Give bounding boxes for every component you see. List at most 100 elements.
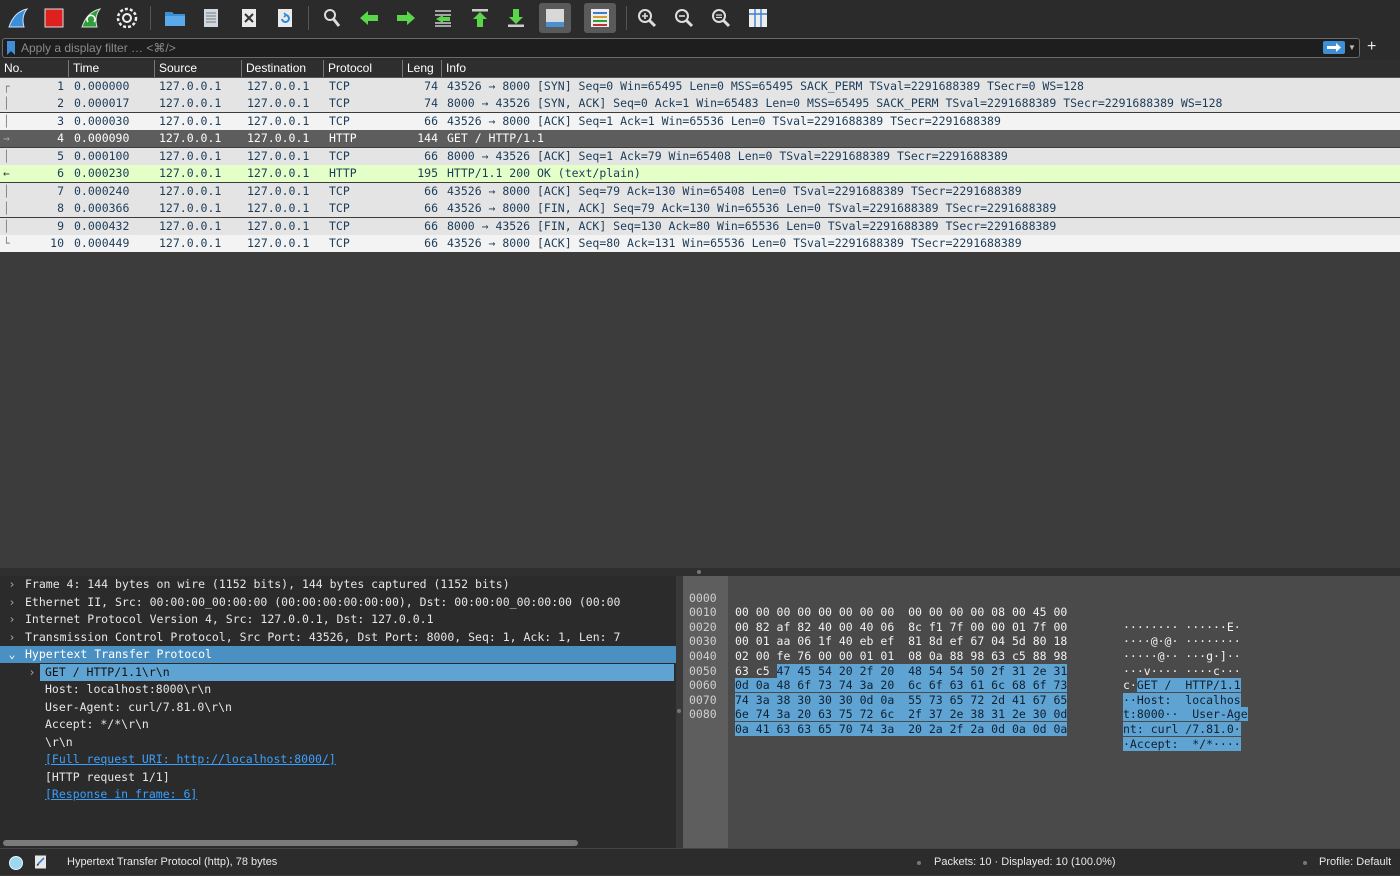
tree-item-http-get[interactable]: › GET / HTTP/1.1\r\n: [0, 663, 676, 681]
filter-history-chevron-icon[interactable]: ▼: [1347, 41, 1357, 54]
tree-item-ethernet[interactable]: › Ethernet II, Src: 00:00:00_00:00:00 (0…: [0, 594, 676, 611]
packet-protocol: TCP: [329, 236, 350, 250]
display-filter-input[interactable]: [21, 39, 1301, 57]
zoom-out-icon[interactable]: [671, 5, 697, 31]
tree-item-label: Internet Protocol Version 4, Src: 127.0.…: [25, 612, 434, 626]
tree-item-http-user-agent[interactable]: User-Agent: curl/7.81.0\r\n: [0, 699, 676, 716]
pane-splitter-horizontal[interactable]: [0, 568, 1400, 576]
byte-row[interactable]: 0080 0a 41 63 63 65 70 74 3a 20 2a 2f 2a…: [683, 693, 1400, 751]
packet-row[interactable]: │ 8 0.000366 127.0.0.1 127.0.0.1 TCP 66 …: [0, 200, 1400, 217]
byte-row[interactable]: 0010 00 82 af 82 40 00 40 06 8c f1 7f 00…: [683, 591, 1400, 648]
packet-row[interactable]: ← 6 0.000230 127.0.0.1 127.0.0.1 HTTP 19…: [0, 165, 1400, 182]
packet-row[interactable]: │ 3 0.000030 127.0.0.1 127.0.0.1 TCP 66 …: [0, 112, 1400, 130]
horizontal-scrollbar[interactable]: [3, 840, 578, 846]
reload-file-icon[interactable]: [272, 5, 298, 31]
packet-length: 66: [424, 201, 438, 215]
colorize-icon[interactable]: [584, 3, 616, 33]
byte-row[interactable]: 0070 6e 74 3a 20 63 75 72 6c 2f 37 2e 38…: [683, 678, 1400, 736]
pane-splitter-vertical[interactable]: [676, 576, 683, 848]
stop-capture-icon[interactable]: [41, 5, 67, 31]
tree-item-ip[interactable]: › Internet Protocol Version 4, Src: 127.…: [0, 611, 676, 628]
byte-row[interactable]: 0030 02 00 fe 76 00 00 01 01 08 0a 88 98…: [683, 620, 1400, 677]
packet-row-selected[interactable]: → 4 0.000090 127.0.0.1 127.0.0.1 HTTP 14…: [0, 130, 1400, 147]
packet-row[interactable]: │ 5 0.000100 127.0.0.1 127.0.0.1 TCP 66 …: [0, 147, 1400, 165]
byte-row[interactable]: 0060 74 3a 38 30 30 30 0d 0a 55 73 65 72…: [683, 664, 1400, 722]
tree-item-frame[interactable]: › Frame 4: 144 bytes on wire (1152 bits)…: [0, 576, 676, 593]
tree-item-http[interactable]: ⌄ Hypertext Transfer Protocol: [0, 646, 676, 663]
shark-fin-start-icon[interactable]: [5, 5, 31, 31]
byte-row[interactable]: 0040 63 c5 47 45 54 20 2f 20 48 54 54 50…: [683, 634, 1400, 693]
zoom-normal-icon[interactable]: [708, 5, 734, 31]
go-last-icon[interactable]: [503, 5, 529, 31]
packet-row[interactable]: │ 9 0.000432 127.0.0.1 127.0.0.1 TCP 66 …: [0, 217, 1400, 235]
tree-item-tcp[interactable]: › Transmission Control Protocol, Src Por…: [0, 629, 676, 646]
tree-item-response-in[interactable]: [Response in frame: 6]: [0, 786, 676, 803]
packet-row[interactable]: │ 2 0.000017 127.0.0.1 127.0.0.1 TCP 74 …: [0, 95, 1400, 112]
chevron-right-icon[interactable]: ›: [6, 611, 18, 628]
chevron-right-icon[interactable]: ›: [6, 629, 18, 646]
resize-columns-icon[interactable]: [745, 5, 771, 31]
save-file-icon[interactable]: [198, 5, 224, 31]
packet-protocol: HTTP: [329, 131, 357, 145]
packet-destination: 127.0.0.1: [247, 201, 310, 215]
tree-item-label: Ethernet II, Src: 00:00:00_00:00:00 (00:…: [25, 594, 621, 609]
packet-info: HTTP/1.1 200 OK (text/plain): [447, 166, 641, 180]
packet-source: 127.0.0.1: [159, 96, 222, 110]
open-file-icon[interactable]: [162, 5, 188, 31]
tree-item-http-accept[interactable]: Accept: */*\r\n: [0, 716, 676, 733]
column-header-source[interactable]: Source: [154, 60, 241, 77]
packet-length: 66: [424, 183, 438, 198]
add-filter-button[interactable]: +: [1367, 37, 1376, 57]
go-forward-icon[interactable]: [393, 5, 419, 31]
status-separator: [917, 861, 921, 865]
filter-bookmark-icon[interactable]: [6, 41, 16, 55]
chevron-down-icon[interactable]: ⌄: [6, 646, 18, 663]
autoscroll-icon[interactable]: [539, 3, 571, 33]
column-header-protocol[interactable]: Protocol: [323, 60, 402, 77]
packet-row[interactable]: └ 10 0.000449 127.0.0.1 127.0.0.1 TCP 66…: [0, 235, 1400, 252]
byte-row[interactable]: 0050 0d 0a 48 6f 73 74 3a 20 6c 6f 63 61…: [683, 649, 1400, 707]
packet-destination: 127.0.0.1: [247, 78, 310, 93]
tree-item-http-crlf[interactable]: \r\n: [0, 734, 676, 751]
close-file-icon[interactable]: [236, 5, 262, 31]
find-packet-icon[interactable]: [319, 5, 345, 31]
display-filter-bar: ▼ +: [0, 36, 1400, 60]
packet-time: 0.000230: [74, 166, 130, 180]
capture-comment-icon[interactable]: [33, 854, 49, 870]
go-first-icon[interactable]: [467, 5, 493, 31]
zoom-in-icon[interactable]: [634, 5, 660, 31]
chevron-right-icon[interactable]: ›: [6, 594, 18, 611]
column-header-destination[interactable]: Destination: [241, 60, 323, 77]
go-to-packet-icon[interactable]: [430, 5, 456, 31]
packet-no: 4: [57, 131, 64, 145]
packet-destination: 127.0.0.1: [247, 131, 310, 145]
packet-length: 66: [424, 218, 438, 233]
filter-apply-arrow-icon[interactable]: [1323, 41, 1345, 54]
packet-row[interactable]: │ 7 0.000240 127.0.0.1 127.0.0.1 TCP 66 …: [0, 182, 1400, 200]
column-header-length[interactable]: Leng: [402, 60, 441, 77]
packet-row[interactable]: ┌ 1 0.000000 127.0.0.1 127.0.0.1 TCP 74 …: [0, 77, 1400, 95]
main-toolbar: [0, 0, 1400, 36]
tree-item-full-uri[interactable]: [Full request URI: http://localhost:8000…: [0, 751, 676, 768]
chevron-right-icon[interactable]: ›: [6, 576, 18, 593]
column-header-info[interactable]: Info: [441, 60, 1400, 77]
column-header-time[interactable]: Time: [68, 60, 154, 77]
chevron-right-icon[interactable]: ›: [26, 664, 38, 681]
packet-protocol: HTTP: [329, 166, 357, 180]
tree-item-http-host[interactable]: Host: localhost:8000\r\n: [0, 681, 676, 698]
packet-info: 43526 → 8000 [ACK] Seq=80 Ack=131 Win=65…: [447, 236, 1022, 250]
restart-capture-icon[interactable]: [78, 5, 104, 31]
packet-info: 8000 → 43526 [FIN, ACK] Seq=130 Ack=80 W…: [447, 218, 1057, 233]
column-header-no[interactable]: No.: [0, 60, 68, 77]
byte-row[interactable]: 0020 00 01 aa 06 1f 40 eb ef 81 8d ef 67…: [683, 605, 1400, 663]
full-request-uri-link[interactable]: [Full request URI: http://localhost:8000…: [45, 751, 336, 768]
response-frame-link[interactable]: [Response in frame: 6]: [45, 786, 197, 803]
capture-options-icon[interactable]: [114, 5, 140, 31]
status-profile[interactable]: Profile: Default: [1319, 849, 1391, 876]
go-back-icon[interactable]: [356, 5, 382, 31]
expert-info-icon[interactable]: [8, 855, 24, 871]
tree-item-request-number[interactable]: [HTTP request 1/1]: [0, 769, 676, 786]
packet-source: 127.0.0.1: [159, 78, 222, 93]
packet-source: 127.0.0.1: [159, 113, 222, 128]
byte-row[interactable]: 0000 00 00 00 00 00 00 00 00 00 00 00 00…: [683, 576, 1400, 634]
